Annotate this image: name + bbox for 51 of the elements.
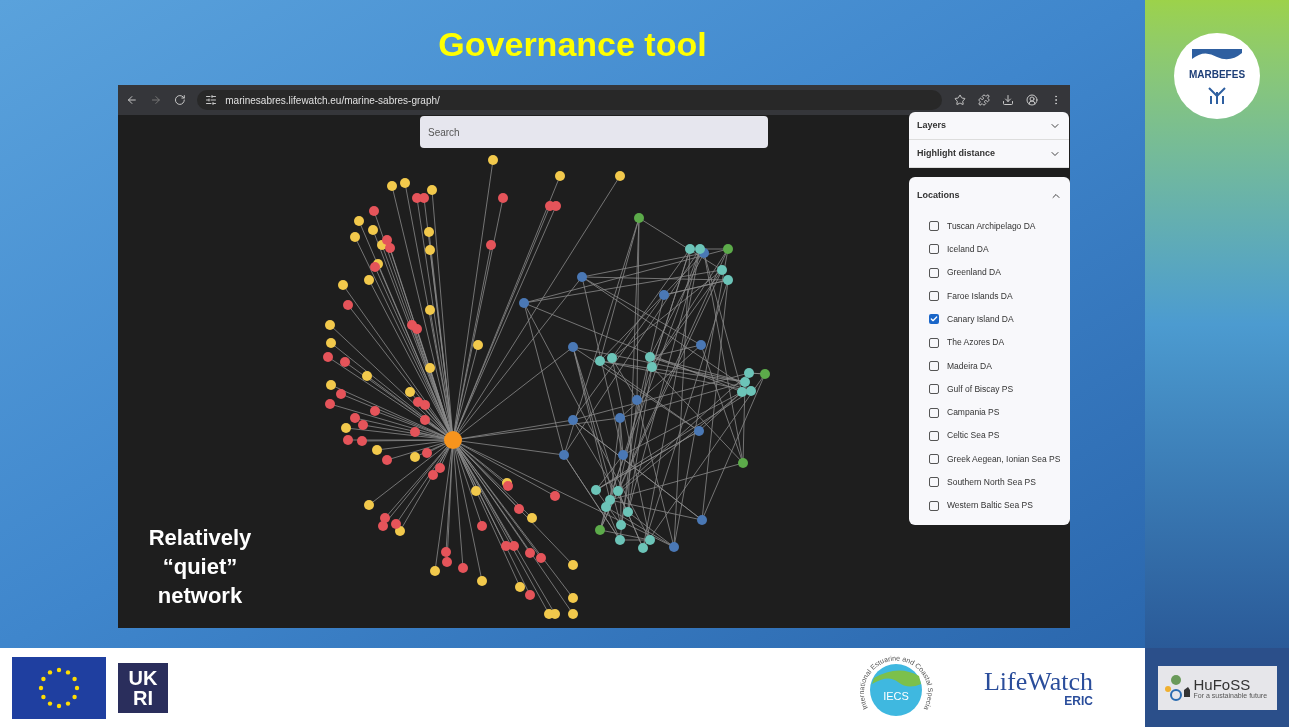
- address-bar[interactable]: marinesabres.lifewatch.eu/marine-sabres-graph/: [197, 90, 942, 110]
- location-label[interactable]: Celtic Sea PS: [947, 429, 1000, 443]
- location-label[interactable]: Madeira DA: [947, 359, 992, 373]
- eu-flag-icon: [12, 656, 106, 719]
- profile-icon[interactable]: [1026, 94, 1038, 106]
- location-label[interactable]: Southern North Sea PS: [947, 476, 1036, 489]
- site-settings-icon[interactable]: [205, 94, 218, 106]
- slide-title: Governance tool: [438, 24, 707, 65]
- location-label[interactable]: Iceland DA: [947, 243, 989, 256]
- checkbox[interactable]: [929, 244, 939, 255]
- checkbox[interactable]: [929, 454, 939, 465]
- checkbox[interactable]: [929, 314, 939, 325]
- accordion-header[interactable]: Locations: [917, 189, 1062, 203]
- accordion-header[interactable]: Layers: [909, 112, 1069, 140]
- checkbox[interactable]: [929, 384, 939, 395]
- checkbox[interactable]: [929, 337, 939, 348]
- back-icon[interactable]: [126, 94, 138, 106]
- slide-caption: Relatively “quiet” network: [147, 524, 253, 610]
- checkbox[interactable]: [929, 360, 939, 371]
- checkbox[interactable]: [929, 477, 939, 488]
- reload-icon[interactable]: [173, 94, 186, 106]
- puzzle-icon[interactable]: [978, 94, 990, 106]
- search-field[interactable]: Search: [420, 116, 768, 148]
- location-label[interactable]: Western Baltic Sea PS: [947, 499, 1033, 513]
- ukri-text: UK: [128, 667, 158, 688]
- location-label[interactable]: Greek Aegean, Ionian Sea PS: [947, 452, 1061, 466]
- download-icon[interactable]: [1002, 94, 1014, 106]
- ukri-text: RI: [133, 687, 153, 708]
- location-label[interactable]: Greenland DA: [947, 266, 1001, 280]
- url-text: marinesabres.lifewatch.eu/marine-sabres-graph/: [225, 93, 440, 108]
- location-label[interactable]: Tuscan Archipelago DA: [947, 219, 1036, 233]
- accordion-label: Highlight distance: [917, 146, 995, 160]
- lifewatch-name: LifeWatch: [983, 668, 1093, 695]
- location-label[interactable]: Faroe Islands DA: [947, 289, 1013, 303]
- location-label[interactable]: Canary Island DA: [947, 312, 1014, 326]
- star-icon[interactable]: [954, 94, 966, 106]
- marbefes-text: MARBEFES: [1188, 67, 1246, 82]
- lifewatch-eric: ERIC: [1064, 694, 1093, 707]
- hufoss-name: HuFoSS: [1193, 676, 1252, 692]
- checkbox[interactable]: [929, 221, 939, 232]
- checkbox[interactable]: [929, 430, 939, 441]
- location-label[interactable]: The Azores DA: [947, 336, 1005, 349]
- accordion-header[interactable]: Highlight distance: [909, 140, 1069, 168]
- location-label[interactable]: Gulf of Biscay PS: [947, 382, 1014, 396]
- checkbox[interactable]: [929, 500, 939, 511]
- location-label[interactable]: Campania PS: [947, 406, 1000, 419]
- checkbox[interactable]: [929, 267, 939, 278]
- accordion-label: Layers: [917, 118, 947, 132]
- accordion-label: Locations: [917, 189, 960, 202]
- checkbox[interactable]: [929, 407, 939, 418]
- checkbox[interactable]: [929, 291, 939, 302]
